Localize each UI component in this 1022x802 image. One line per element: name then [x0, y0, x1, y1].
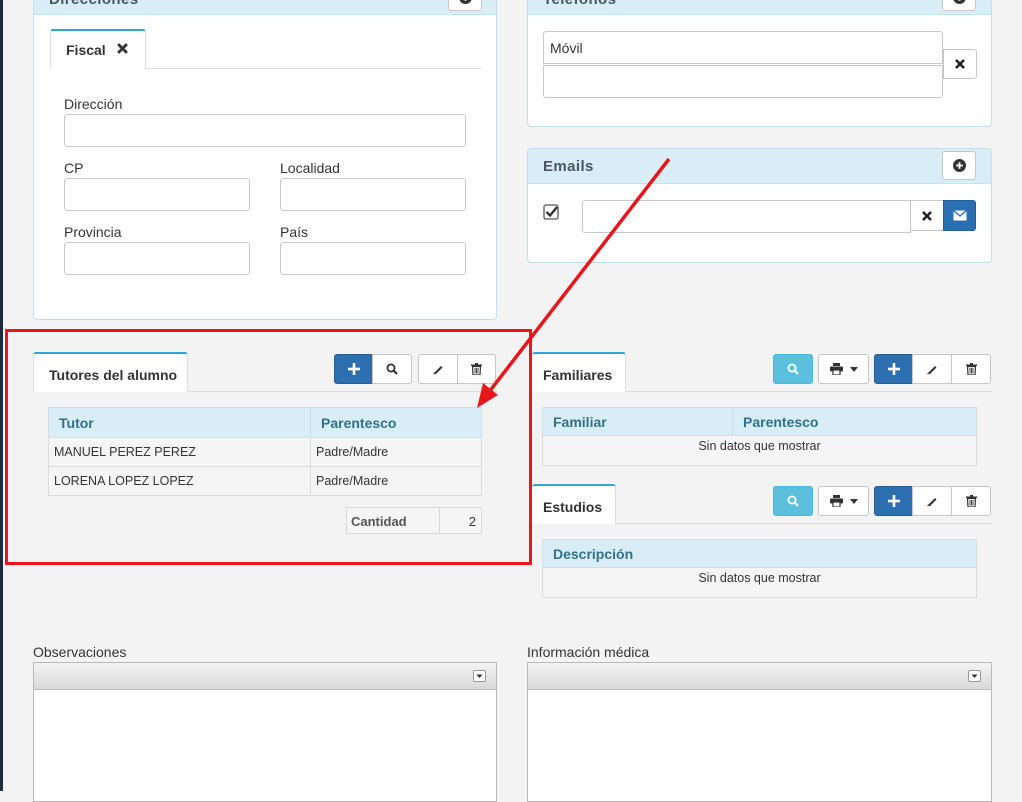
highlight-arrow: [0, 0, 1022, 791]
